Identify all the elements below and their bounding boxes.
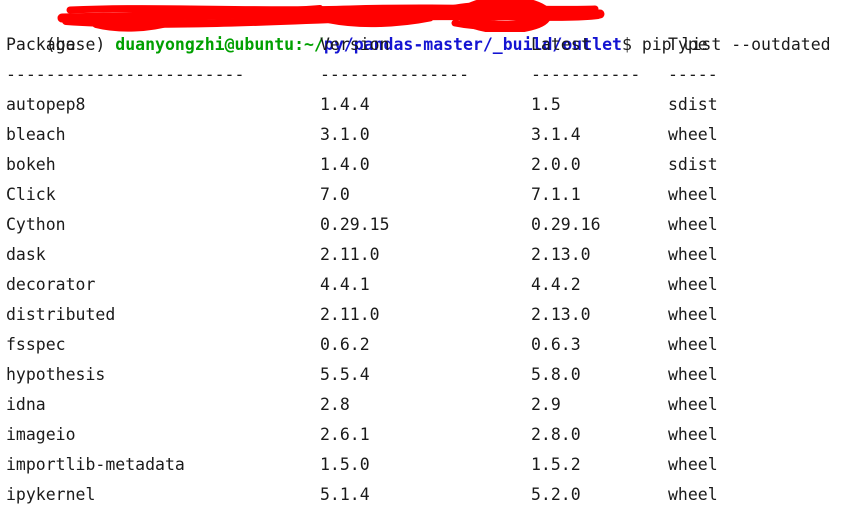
cell-package: decorator — [6, 275, 96, 294]
cell-type: wheel — [668, 335, 718, 354]
table-row: autopep8 1.4.4 1.5 sdist — [0, 90, 853, 120]
cell-version: 2.8 — [320, 395, 350, 414]
cell-latest: 4.4.2 — [531, 275, 581, 294]
cell-latest: 2.0.0 — [531, 155, 581, 174]
cell-package: idna — [6, 395, 46, 414]
cell-latest: 0.6.3 — [531, 335, 581, 354]
cell-type: wheel — [668, 185, 718, 204]
table-row: ipykernel 5.1.4 5.2.0 wheel — [0, 480, 853, 510]
table-separator-row: ------------------------ ---------------… — [0, 60, 853, 90]
cell-latest: 1.5.2 — [531, 455, 581, 474]
table-header-row: Package Version Latest Type — [0, 30, 853, 60]
cell-latest: 2.13.0 — [531, 245, 591, 264]
cell-version: 2.11.0 — [320, 245, 380, 264]
separator-latest: ----------- — [531, 65, 641, 84]
cell-version: 5.5.4 — [320, 365, 370, 384]
cell-version: 7.0 — [320, 185, 350, 204]
cell-type: wheel — [668, 425, 718, 444]
cell-latest: 1.5 — [531, 95, 561, 114]
cell-type: sdist — [668, 95, 718, 114]
cell-latest: 0.29.16 — [531, 215, 601, 234]
cell-package: Click — [6, 185, 56, 204]
cell-package: distributed — [6, 305, 116, 324]
cell-package: dask — [6, 245, 46, 264]
cell-version: 4.4.1 — [320, 275, 370, 294]
column-header-version: Version — [320, 35, 390, 54]
cell-type: wheel — [668, 455, 718, 474]
cell-version: 1.4.4 — [320, 95, 370, 114]
shell-prompt-line[interactable]: (base) duanyongzhi@ubuntu:~/py/pandas-ma… — [0, 0, 853, 54]
cell-type: wheel — [668, 395, 718, 414]
separator-package: ------------------------ — [6, 65, 245, 84]
table-body: autopep8 1.4.4 1.5 sdist bleach 3.1.0 3.1.4 whe… — [0, 90, 853, 510]
cell-package: Cython — [6, 215, 66, 234]
cell-type: sdist — [668, 155, 718, 174]
cell-package: importlib-metadata — [6, 455, 185, 474]
cell-latest: 3.1.4 — [531, 125, 581, 144]
cell-version: 1.4.0 — [320, 155, 370, 174]
cell-package: bleach — [6, 125, 66, 144]
cell-latest: 2.13.0 — [531, 305, 591, 324]
cell-latest: 7.1.1 — [531, 185, 581, 204]
cell-type: wheel — [668, 305, 718, 324]
cell-type: wheel — [668, 215, 718, 234]
terminal-window[interactable]: (base) duanyongzhi@ubuntu:~/py/pandas-ma… — [0, 0, 853, 516]
column-header-type: Type — [668, 35, 708, 54]
cell-version: 2.6.1 — [320, 425, 370, 444]
cell-package: imageio — [6, 425, 76, 444]
cell-package: fsspec — [6, 335, 66, 354]
table-row: dask 2.11.0 2.13.0 wheel — [0, 240, 853, 270]
table-row: distributed 2.11.0 2.13.0 wheel — [0, 300, 853, 330]
cell-package: ipykernel — [6, 485, 96, 504]
cell-latest: 5.2.0 — [531, 485, 581, 504]
cell-version: 0.29.15 — [320, 215, 390, 234]
table-row: Click 7.0 7.1.1 wheel — [0, 180, 853, 210]
separator-version: --------------- — [320, 65, 470, 84]
separator-type: ----- — [668, 65, 718, 84]
column-header-package: Package — [6, 35, 76, 54]
cell-type: wheel — [668, 365, 718, 384]
cell-version: 5.1.4 — [320, 485, 370, 504]
cell-package: autopep8 — [6, 95, 86, 114]
cell-package: bokeh — [6, 155, 56, 174]
cell-type: wheel — [668, 125, 718, 144]
cell-version: 3.1.0 — [320, 125, 370, 144]
cell-version: 1.5.0 — [320, 455, 370, 474]
cell-type: wheel — [668, 275, 718, 294]
table-row: bokeh 1.4.0 2.0.0 sdist — [0, 150, 853, 180]
table-row: decorator 4.4.1 4.4.2 wheel — [0, 270, 853, 300]
table-row: Cython 0.29.15 0.29.16 wheel — [0, 210, 853, 240]
table-row: importlib-metadata 1.5.0 1.5.2 wheel — [0, 450, 853, 480]
cell-latest: 2.8.0 — [531, 425, 581, 444]
cell-version: 0.6.2 — [320, 335, 370, 354]
cell-type: wheel — [668, 245, 718, 264]
table-row: imageio 2.6.1 2.8.0 wheel — [0, 420, 853, 450]
cell-type: wheel — [668, 485, 718, 504]
cell-version: 2.11.0 — [320, 305, 380, 324]
cell-latest: 5.8.0 — [531, 365, 581, 384]
table-row: idna 2.8 2.9 wheel — [0, 390, 853, 420]
redaction-scribble-overlay — [57, 0, 605, 32]
cell-latest: 2.9 — [531, 395, 561, 414]
cell-package: hypothesis — [6, 365, 106, 384]
table-row: fsspec 0.6.2 0.6.3 wheel — [0, 330, 853, 360]
column-header-latest: Latest — [531, 35, 591, 54]
table-row: hypothesis 5.5.4 5.8.0 wheel — [0, 360, 853, 390]
table-row: bleach 3.1.0 3.1.4 wheel — [0, 120, 853, 150]
